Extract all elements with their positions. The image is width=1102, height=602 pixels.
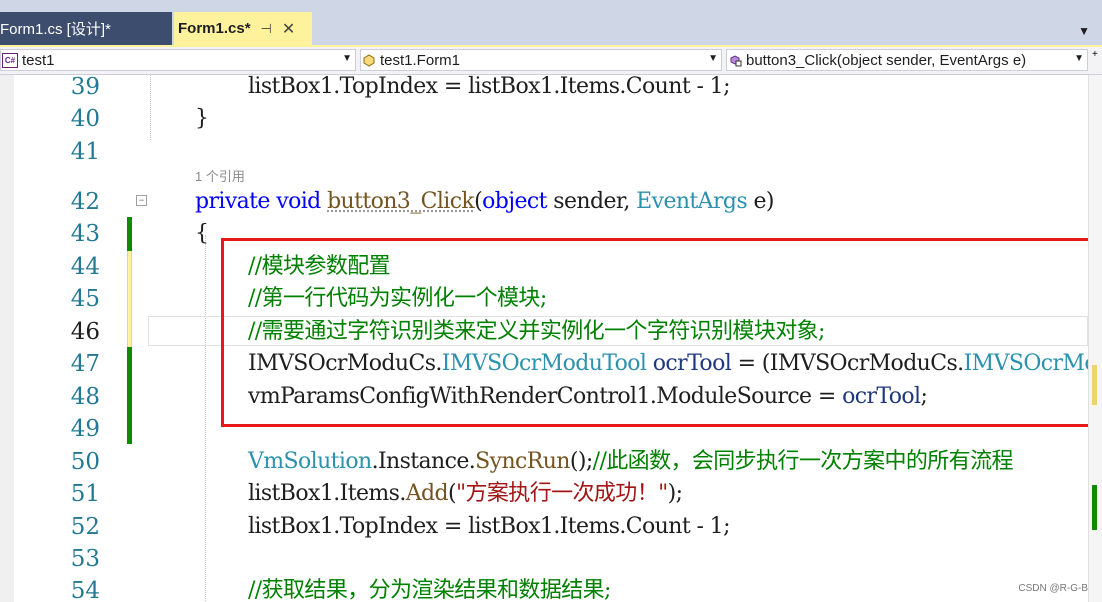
code-text: VmSolution.Instance.SyncRun();//此函数，会同步执… xyxy=(248,449,1013,474)
document-tab-bar: Form1.cs [设计]* Form1.cs* ⊣ ✕ ▼ xyxy=(0,0,1102,47)
code-line: 54 //获取结果，分为渲染结果和数据结果; xyxy=(0,575,1088,602)
line-number: 41 xyxy=(70,139,100,165)
line-number: 39 xyxy=(70,75,100,100)
line-number: 42 xyxy=(70,189,100,215)
code-line: 39 listBox1.TopIndex = listBox1.Items.Co… xyxy=(0,75,1088,103)
class-dropdown[interactable]: test1.Form1 ▼ xyxy=(360,49,722,71)
line-number: 48 xyxy=(70,384,100,410)
watermark: CSDN @R-G-B xyxy=(1018,583,1088,594)
codelens-references[interactable]: 1 个引用 xyxy=(195,166,245,185)
close-icon[interactable]: ✕ xyxy=(282,19,295,39)
code-text: listBox1.TopIndex = listBox1.Items.Count… xyxy=(248,75,730,99)
code-text: private void button3_Click(object sender… xyxy=(195,189,774,214)
code-line: 40 } xyxy=(0,103,1088,135)
project-dropdown[interactable]: C# test1 ▼ xyxy=(0,49,356,71)
line-number: 43 xyxy=(70,221,100,247)
code-text: listBox1.TopIndex = listBox1.Items.Count… xyxy=(248,514,730,539)
line-number: 54 xyxy=(70,578,100,602)
member-name: button3_Click(object sender, EventArgs e… xyxy=(746,51,1027,69)
line-number: 50 xyxy=(70,449,100,475)
tab-form1-designer[interactable]: Form1.cs [设计]* xyxy=(0,12,172,45)
code-text: { xyxy=(195,221,209,246)
vertical-scrollbar[interactable] xyxy=(1088,75,1102,602)
line-number: 52 xyxy=(70,514,100,540)
line-number: 44 xyxy=(70,254,100,280)
pin-icon[interactable]: ⊣ xyxy=(261,21,272,37)
tab-form1-code[interactable]: Form1.cs* ⊣ ✕ xyxy=(174,12,312,45)
chevron-down-icon: ▼ xyxy=(342,53,352,64)
line-number: 40 xyxy=(70,106,100,132)
code-line: 41 xyxy=(0,136,1088,168)
code-text: listBox1.Items.Add("方案执行一次成功！"); xyxy=(248,481,683,506)
class-name: test1.Form1 xyxy=(380,51,461,69)
code-line: 42 private void button3_Click(object sen… xyxy=(0,186,1088,218)
member-dropdown[interactable]: button3_Click(object sender, EventArgs e… xyxy=(726,49,1088,71)
project-name: test1 xyxy=(22,51,55,69)
highlight-annotation-box xyxy=(221,238,1088,427)
tab-label: Form1.cs [设计]* xyxy=(0,21,111,38)
code-line: 53 xyxy=(0,543,1088,575)
code-text: } xyxy=(195,106,209,131)
split-icon[interactable]: + xyxy=(1092,49,1102,60)
csharp-project-icon: C# xyxy=(2,52,18,68)
tab-label: Form1.cs* xyxy=(178,20,251,37)
line-number: 51 xyxy=(70,481,100,507)
code-editor[interactable]: − 39 listBox1.TopIndex = listBox1.Items.… xyxy=(0,75,1088,602)
line-number: 47 xyxy=(70,351,100,377)
code-line: 52 listBox1.TopIndex = listBox1.Items.Co… xyxy=(0,511,1088,543)
chevron-down-icon: ▼ xyxy=(708,53,718,64)
overview-change-marker xyxy=(1092,365,1097,405)
method-icon xyxy=(728,54,742,67)
class-icon xyxy=(362,53,376,67)
code-comment: //获取结果，分为渲染结果和数据结果; xyxy=(248,578,611,602)
code-line: 51 listBox1.Items.Add("方案执行一次成功！"); xyxy=(0,478,1088,510)
navigation-bar: C# test1 ▼ test1.Form1 ▼ button3_Click(o… xyxy=(0,47,1102,75)
tab-overflow-dropdown-icon[interactable]: ▼ xyxy=(1078,24,1090,38)
code-line: 50 VmSolution.Instance.SyncRun();//此函数，会… xyxy=(0,446,1088,478)
chevron-down-icon: ▼ xyxy=(1074,53,1084,64)
overview-change-marker xyxy=(1092,485,1097,530)
line-number: 46 xyxy=(70,319,100,345)
line-number: 53 xyxy=(70,546,100,572)
line-number: 45 xyxy=(70,286,100,312)
line-number: 49 xyxy=(70,416,100,442)
